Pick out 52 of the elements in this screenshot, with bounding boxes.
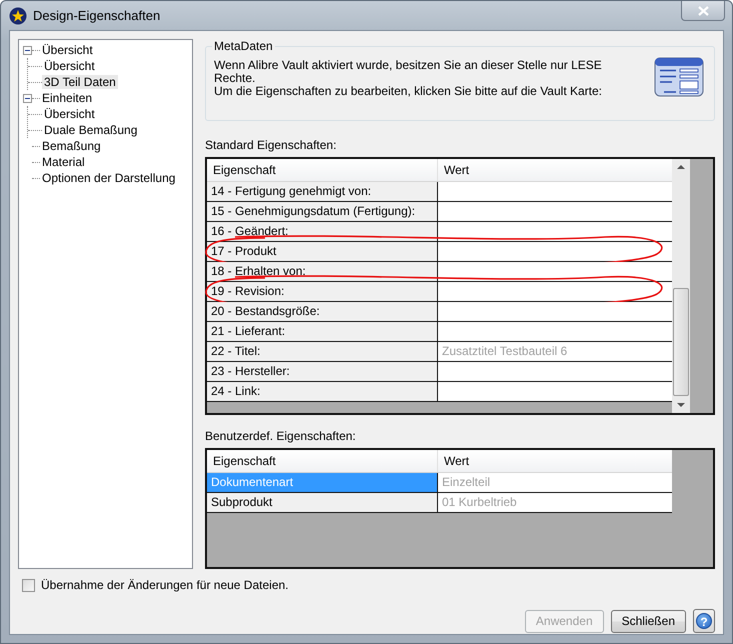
form-card-icon[interactable] [654, 57, 704, 97]
tree-item[interactable]: 3D Teil Daten [42, 75, 118, 89]
checkbox-label[interactable]: Übernahme der Änderungen für neue Dateien. [41, 578, 288, 592]
close-button[interactable] [681, 1, 725, 21]
table-cell[interactable] [438, 282, 672, 301]
table-cell[interactable] [438, 262, 672, 281]
column-header[interactable]: Wert [438, 159, 476, 181]
table-cell[interactable] [438, 302, 672, 321]
window-title: Design-Eigenschaften [33, 8, 162, 23]
tree-item[interactable]: Übersicht [42, 107, 97, 121]
collapse-icon[interactable] [23, 46, 32, 54]
dialog-button[interactable]: Schließen [610, 610, 686, 632]
table-cell[interactable]: 21 - Lieferant: [207, 322, 438, 341]
info-text: Wenn Alibre Vault aktiviert wurde, besitzen Sie an dieser Stelle nur LESE Rechte. [214, 59, 603, 85]
table-cell[interactable]: 22 - Titel: [207, 342, 438, 361]
table-cell[interactable]: 23 - Hersteller: [207, 362, 438, 381]
table-cell[interactable]: 19 - Revision: [207, 282, 438, 301]
tree-item[interactable]: Material [40, 155, 87, 169]
table-cell[interactable] [438, 382, 672, 401]
table-cell[interactable] [438, 322, 672, 341]
table-cell[interactable]: 16 - Geändert: [207, 222, 438, 241]
section-label: Standard Eigenschaften: [205, 138, 338, 152]
checkbox[interactable] [22, 578, 35, 592]
close-icon [698, 6, 708, 16]
table-cell[interactable]: 17 - Produkt [207, 242, 438, 261]
table-cell[interactable] [438, 222, 672, 241]
table-cell[interactable] [438, 202, 672, 221]
table-cell[interactable]: 24 - Link: [207, 382, 438, 401]
collapse-icon[interactable] [23, 94, 32, 102]
tree-item[interactable]: Übersicht [40, 43, 95, 57]
column-header[interactable]: Eigenschaft [207, 450, 438, 472]
table-cell[interactable]: 15 - Genehmigungsdatum (Fertigung): [207, 202, 438, 221]
scrollbar[interactable] [672, 159, 690, 413]
star-logo-icon [9, 6, 27, 24]
scroll-thumb[interactable] [673, 288, 689, 396]
tree-item[interactable]: Optionen der Darstellung [40, 171, 178, 185]
group-title: MetaDaten [212, 39, 275, 53]
tree-item[interactable]: Einheiten [40, 91, 94, 105]
table-cell[interactable] [438, 242, 672, 261]
table-cell[interactable] [438, 182, 672, 201]
table-cell[interactable]: 14 - Fertigung genehmigt von: [207, 182, 438, 201]
section-label: Benutzerdef. Eigenschaften: [205, 429, 357, 443]
table-cell[interactable]: 18 - Erhalten von: [207, 262, 438, 281]
table-cell[interactable]: Subprodukt [207, 493, 438, 512]
column-header[interactable]: Wert [438, 450, 476, 472]
table-cell[interactable]: 20 - Bestandsgröße: [207, 302, 438, 321]
table-cell[interactable] [438, 362, 672, 381]
info-text: Um die Eigenschaften zu bearbeiten, klicken Sie bitte auf die Vault Karte: [214, 85, 604, 98]
tree-item[interactable]: Duale Bemaßung [42, 123, 140, 137]
tree-item[interactable]: Übersicht [42, 59, 97, 73]
tree-item[interactable]: Bemaßung [40, 139, 103, 153]
column-header[interactable]: Eigenschaft [207, 159, 438, 181]
